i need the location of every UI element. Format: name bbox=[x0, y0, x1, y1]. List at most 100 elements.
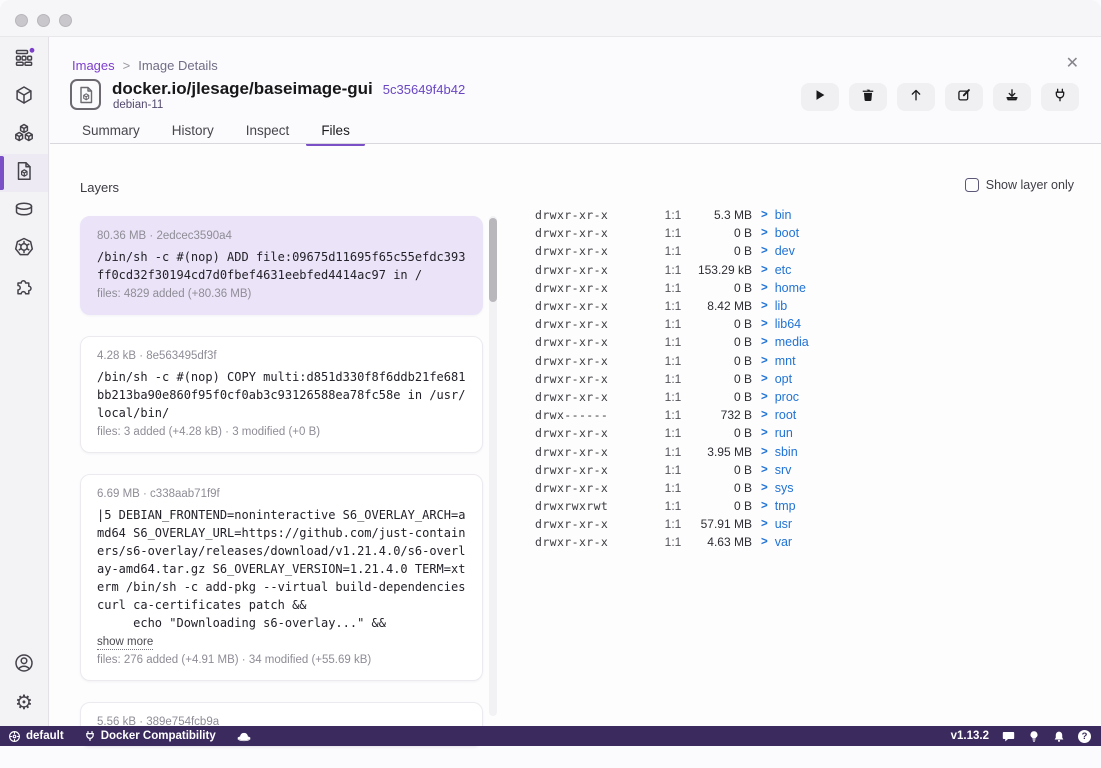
directory-link[interactable]: etc bbox=[775, 263, 792, 277]
file-size: 0 B bbox=[691, 372, 752, 386]
expand-chevron-icon[interactable]: > bbox=[761, 355, 768, 367]
expand-chevron-icon[interactable]: > bbox=[761, 227, 768, 239]
directory-link[interactable]: lib64 bbox=[775, 317, 801, 331]
sidebar-item-images[interactable] bbox=[0, 154, 48, 192]
maximize-window-button[interactable] bbox=[59, 14, 72, 27]
directory-link[interactable]: media bbox=[775, 335, 809, 349]
expand-chevron-icon[interactable]: > bbox=[761, 464, 768, 476]
show-layer-only-label: Show layer only bbox=[986, 178, 1074, 192]
file-permissions: drwxr-xr-x bbox=[535, 244, 655, 258]
file-owner: 1:1 bbox=[655, 281, 691, 295]
file-owner: 1:1 bbox=[655, 517, 691, 531]
close-details-icon[interactable]: ✕ bbox=[1066, 56, 1079, 72]
file-size: 0 B bbox=[691, 463, 752, 477]
help-icon[interactable]: ? bbox=[1078, 730, 1091, 743]
save-image-button[interactable] bbox=[993, 83, 1031, 111]
expand-chevron-icon[interactable]: > bbox=[761, 282, 768, 294]
directory-link[interactable]: dev bbox=[775, 244, 795, 258]
directory-link[interactable]: home bbox=[775, 281, 806, 295]
image-short-id: 5c35649f4b42 bbox=[383, 82, 465, 97]
layer-command: |5 DEBIAN_FRONTEND=noninteractive S6_OVE… bbox=[97, 506, 466, 632]
directory-link[interactable]: opt bbox=[775, 372, 792, 386]
expand-chevron-icon[interactable]: > bbox=[761, 209, 768, 221]
directory-link[interactable]: run bbox=[775, 426, 793, 440]
file-owner: 1:1 bbox=[655, 499, 691, 513]
expand-chevron-icon[interactable]: > bbox=[761, 300, 768, 312]
directory-link[interactable]: srv bbox=[775, 463, 792, 477]
sidebar-item-pods[interactable] bbox=[0, 116, 48, 154]
directory-link[interactable]: root bbox=[775, 408, 797, 422]
expand-chevron-icon[interactable]: > bbox=[761, 536, 768, 548]
run-image-button[interactable] bbox=[801, 83, 839, 111]
delete-image-button[interactable] bbox=[849, 83, 887, 111]
sidebar-item-settings[interactable]: ⚙ bbox=[0, 684, 48, 722]
minimize-window-button[interactable] bbox=[37, 14, 50, 27]
expand-chevron-icon[interactable]: > bbox=[761, 336, 768, 348]
layer-list: 80.36 MB · 2edcec3590a4 /bin/sh -c #(nop… bbox=[80, 216, 483, 768]
file-row: drwxr-xr-x 1:1 0 B > run bbox=[535, 424, 875, 442]
image-details-header: Images>Image Details ✕ docker.io/jlesage… bbox=[50, 37, 1101, 144]
file-row: drwxr-xr-x 1:1 0 B > opt bbox=[535, 370, 875, 388]
sidebar-item-containers[interactable] bbox=[0, 78, 48, 116]
directory-link[interactable]: sys bbox=[775, 481, 794, 495]
file-row: drwxr-xr-x 1:1 0 B > sys bbox=[535, 479, 875, 497]
directory-link[interactable]: boot bbox=[775, 226, 799, 240]
layer-card[interactable]: 6.69 MB · c338aab71f9f |5 DEBIAN_FRONTEN… bbox=[80, 474, 483, 681]
expand-chevron-icon[interactable]: > bbox=[761, 245, 768, 257]
directory-link[interactable]: usr bbox=[775, 517, 792, 531]
layer-card[interactable]: 4.28 kB · 8e563495df3f /bin/sh -c #(nop)… bbox=[80, 336, 483, 453]
directory-link[interactable]: lib bbox=[775, 299, 788, 313]
sidebar-item-volumes[interactable] bbox=[0, 192, 48, 230]
notifications-bell-icon[interactable] bbox=[1053, 730, 1065, 743]
layer-files-summary: files: 3 added (+4.28 kB) · 3 modified (… bbox=[97, 425, 466, 440]
expand-chevron-icon[interactable]: > bbox=[761, 264, 768, 276]
expand-chevron-icon[interactable]: > bbox=[761, 518, 768, 530]
sidebar-item-dashboard[interactable] bbox=[0, 40, 48, 78]
layer-card[interactable]: 80.36 MB · 2edcec3590a4 /bin/sh -c #(nop… bbox=[80, 216, 483, 315]
directory-link[interactable]: proc bbox=[775, 390, 799, 404]
file-owner: 1:1 bbox=[655, 372, 691, 386]
expand-chevron-icon[interactable]: > bbox=[761, 318, 768, 330]
sidebar-item-kubernetes[interactable] bbox=[0, 230, 48, 268]
sidebar-item-extensions[interactable] bbox=[0, 268, 48, 306]
notification-dot bbox=[30, 47, 35, 52]
machine-status[interactable]: default bbox=[8, 730, 64, 743]
file-permissions: drwxr-xr-x bbox=[535, 281, 655, 295]
close-window-button[interactable] bbox=[15, 14, 28, 27]
podman-hat-icon[interactable] bbox=[236, 730, 252, 743]
expand-chevron-icon[interactable]: > bbox=[761, 409, 768, 421]
feedback-bubble-icon[interactable] bbox=[1002, 730, 1015, 743]
show-layer-only-checkbox[interactable] bbox=[965, 178, 979, 192]
layers-scrollbar-thumb[interactable] bbox=[489, 218, 497, 302]
tips-lightbulb-icon[interactable] bbox=[1028, 730, 1040, 743]
directory-link[interactable]: var bbox=[775, 535, 792, 549]
file-size: 3.95 MB bbox=[691, 445, 752, 459]
directory-link[interactable]: tmp bbox=[775, 499, 796, 513]
directory-link[interactable]: bin bbox=[775, 208, 792, 222]
edit-image-button[interactable] bbox=[945, 83, 983, 111]
connect-image-button[interactable] bbox=[1041, 83, 1079, 111]
file-permissions: drwxr-xr-x bbox=[535, 517, 655, 531]
directory-link[interactable]: mnt bbox=[775, 354, 796, 368]
layer-size-and-id: 4.28 kB · 8e563495df3f bbox=[97, 349, 466, 364]
file-row: drwxr-xr-x 1:1 5.3 MB > bin bbox=[535, 206, 875, 224]
settings-gear-icon: ⚙ bbox=[15, 693, 33, 713]
sidebar-item-account[interactable] bbox=[0, 646, 48, 684]
file-size: 0 B bbox=[691, 390, 752, 404]
file-row: drwx------ 1:1 732 B > root bbox=[535, 406, 875, 424]
file-owner: 1:1 bbox=[655, 226, 691, 240]
expand-chevron-icon[interactable]: > bbox=[761, 427, 768, 439]
expand-chevron-icon[interactable]: > bbox=[761, 373, 768, 385]
status-bar: default Docker Compatibility v1.13.2 bbox=[0, 726, 1101, 746]
expand-chevron-icon[interactable]: > bbox=[761, 446, 768, 458]
directory-link[interactable]: sbin bbox=[775, 445, 798, 459]
nav-sidebar: ⚙ bbox=[0, 37, 49, 746]
expand-chevron-icon[interactable]: > bbox=[761, 500, 768, 512]
expand-chevron-icon[interactable]: > bbox=[761, 482, 768, 494]
expand-chevron-icon[interactable]: > bbox=[761, 391, 768, 403]
docker-compatibility-status[interactable]: Docker Compatibility bbox=[84, 730, 216, 742]
show-more-link[interactable]: show more bbox=[97, 636, 153, 650]
machine-name: default bbox=[26, 730, 64, 742]
push-image-button[interactable] bbox=[897, 83, 935, 111]
breadcrumb-images-link[interactable]: Images bbox=[72, 58, 115, 73]
